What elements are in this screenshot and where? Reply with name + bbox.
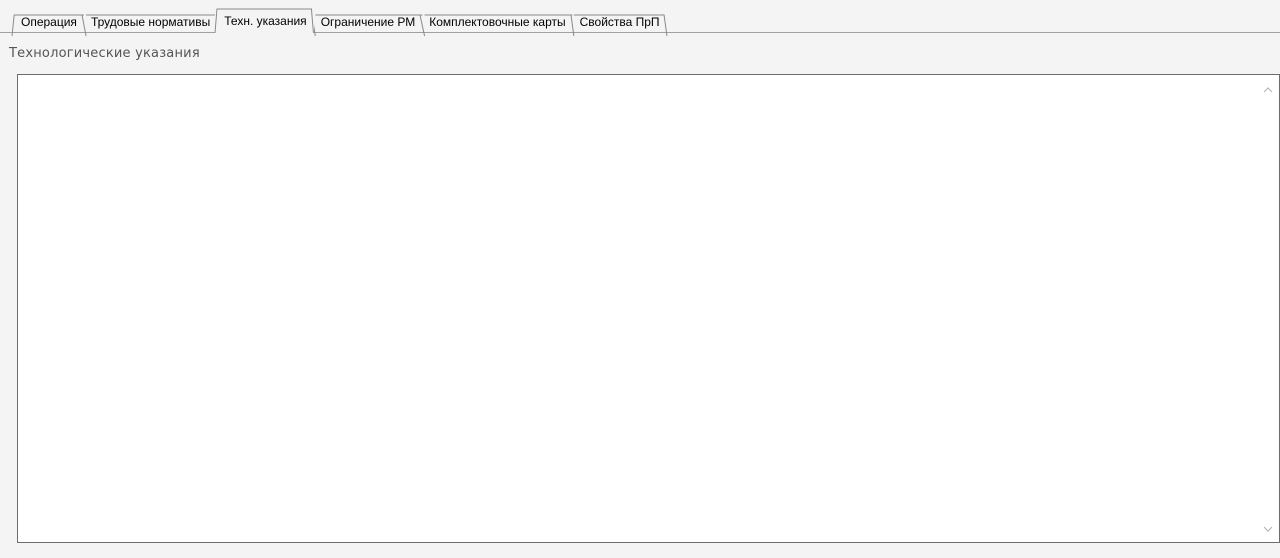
tab-strip: Операция Трудовые нормативы Техн. указан… (14, 8, 667, 33)
tab-kitting-cards[interactable]: Комплектовочные карты (420, 12, 572, 33)
tab-labor-standards[interactable]: Трудовые нормативы (82, 12, 217, 33)
tab-bar: Операция Трудовые нормативы Техн. указан… (0, 0, 1280, 33)
tab-properties[interactable]: Свойства ПрП (571, 12, 667, 33)
tab-workplace-restriction[interactable]: Ограничение РМ (312, 12, 423, 33)
scroll-up-button[interactable] (1257, 79, 1279, 101)
chevron-up-icon (1263, 87, 1273, 93)
section-title: Технологические указания (9, 46, 200, 61)
scroll-down-button[interactable] (1257, 518, 1279, 540)
tab-tech-instructions[interactable]: Техн. указания (215, 9, 313, 33)
tab-label: Комплектовочные карты (429, 15, 566, 29)
tab-label: Операция (21, 15, 77, 29)
tab-label: Свойства ПрП (579, 15, 660, 29)
tech-instructions-editor-frame (17, 74, 1280, 543)
vertical-scrollbar[interactable] (1257, 75, 1279, 542)
tab-label: Ограничение РМ (320, 15, 416, 29)
tab-label: Техн. указания (224, 14, 307, 28)
tech-instructions-textarea[interactable] (18, 75, 1257, 542)
tab-label: Трудовые нормативы (90, 15, 211, 29)
chevron-down-icon (1263, 526, 1273, 532)
tab-operation[interactable]: Операция (12, 12, 84, 33)
